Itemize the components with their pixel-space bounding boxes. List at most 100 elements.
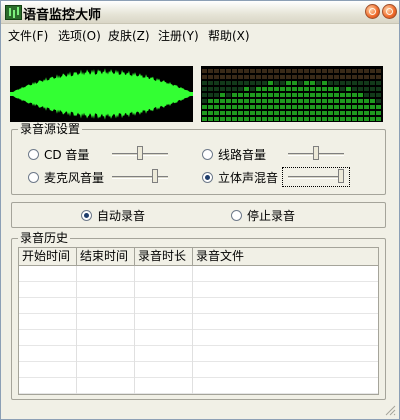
spectrum-cell bbox=[376, 105, 381, 109]
stereo-mix-slider[interactable] bbox=[288, 169, 344, 185]
mic-volume-radio[interactable] bbox=[28, 172, 39, 183]
spectrum-cell bbox=[244, 117, 249, 121]
spectrum-cell bbox=[370, 117, 375, 121]
spectrum-cell bbox=[340, 105, 345, 109]
line-volume-radio[interactable] bbox=[202, 149, 213, 160]
spectrum-cell bbox=[376, 99, 381, 103]
spectrum-cell bbox=[334, 81, 339, 85]
auto-record-radio[interactable] bbox=[81, 210, 92, 221]
spectrum-cell bbox=[364, 105, 369, 109]
spectrum-cell bbox=[292, 105, 297, 109]
cd-volume-radio[interactable] bbox=[28, 149, 39, 160]
history-list[interactable]: 开始时间 结束时间 录音时长 录音文件 bbox=[18, 247, 379, 395]
spectrum-cell bbox=[262, 99, 267, 103]
spectrum-cell bbox=[208, 75, 213, 79]
table-row[interactable] bbox=[19, 330, 378, 346]
stop-record-label[interactable]: 停止录音 bbox=[247, 207, 295, 224]
spectrum-cell bbox=[340, 69, 345, 73]
spectrum-cell bbox=[226, 87, 231, 91]
spectrum-cell bbox=[358, 111, 363, 115]
spectrum-cell bbox=[220, 93, 225, 97]
table-row[interactable] bbox=[19, 378, 378, 394]
record-mode-box: 自动录音 停止录音 bbox=[11, 202, 386, 228]
spectrum-cell bbox=[310, 93, 315, 97]
stereo-mix-radio[interactable] bbox=[202, 172, 213, 183]
spectrum-cell bbox=[286, 105, 291, 109]
spectrum-cell bbox=[376, 111, 381, 115]
spectrum-cell bbox=[238, 87, 243, 91]
stop-record-radio[interactable] bbox=[231, 210, 242, 221]
menu-options[interactable]: 选项(O) bbox=[58, 27, 101, 44]
spectrum-cell bbox=[340, 87, 345, 91]
spectrum-cell bbox=[322, 111, 327, 115]
spectrum-cell bbox=[316, 87, 321, 91]
spectrum-cell bbox=[238, 81, 243, 85]
spectrum-cell bbox=[250, 111, 255, 115]
spectrum-cell bbox=[376, 75, 381, 79]
spectrum-cell bbox=[262, 75, 267, 79]
table-row[interactable] bbox=[19, 298, 378, 314]
table-row[interactable] bbox=[19, 282, 378, 298]
spectrum-cell bbox=[274, 111, 279, 115]
spectrum-cell bbox=[202, 69, 207, 73]
spectrum-cell bbox=[340, 99, 345, 103]
spectrum-cell bbox=[364, 93, 369, 97]
spectrum-cell bbox=[202, 81, 207, 85]
spectrum-cell bbox=[268, 69, 273, 73]
col-file[interactable]: 录音文件 bbox=[193, 248, 378, 265]
spectrum-cell bbox=[220, 75, 225, 79]
menu-register[interactable]: 注册(Y) bbox=[158, 27, 199, 44]
spectrum-cell bbox=[202, 93, 207, 97]
spectrum-cell bbox=[280, 69, 285, 73]
col-end-time[interactable]: 结束时间 bbox=[77, 248, 135, 265]
menu-help[interactable]: 帮助(X) bbox=[208, 27, 250, 44]
spectrum-cell bbox=[256, 93, 261, 97]
spectrum-cell bbox=[274, 105, 279, 109]
col-start-time[interactable]: 开始时间 bbox=[19, 248, 77, 265]
spectrum-cell bbox=[346, 111, 351, 115]
spectrum-cell bbox=[346, 81, 351, 85]
spectrum-cell bbox=[202, 117, 207, 121]
auto-record-label[interactable]: 自动录音 bbox=[97, 207, 145, 224]
spectrum-cell bbox=[250, 69, 255, 73]
line-volume-slider[interactable] bbox=[288, 146, 344, 162]
spectrum-cell bbox=[208, 99, 213, 103]
spectrum-cell bbox=[232, 75, 237, 79]
spectrum-cell bbox=[214, 111, 219, 115]
minimize-button[interactable] bbox=[365, 4, 380, 19]
spectrum-cell bbox=[364, 81, 369, 85]
spectrum-cell bbox=[262, 69, 267, 73]
spectrum-cell bbox=[328, 117, 333, 121]
spectrum-cell bbox=[364, 75, 369, 79]
col-duration[interactable]: 录音时长 bbox=[135, 248, 193, 265]
spectrum-cell bbox=[286, 93, 291, 97]
cd-volume-slider[interactable] bbox=[112, 146, 168, 162]
spectrum-cell bbox=[286, 87, 291, 91]
spectrum-cell bbox=[250, 117, 255, 121]
spectrum-cell bbox=[280, 93, 285, 97]
mic-volume-slider[interactable] bbox=[112, 169, 168, 185]
spectrum-cell bbox=[262, 111, 267, 115]
spectrum-cell bbox=[346, 99, 351, 103]
title-bar[interactable]: 语音监控大师 bbox=[1, 1, 399, 24]
source-settings-group: 录音源设置 CD 音量 线路音量 麦克风音量 立体声混音 bbox=[11, 122, 386, 195]
spectrum-cell bbox=[226, 81, 231, 85]
spectrum-cell bbox=[226, 69, 231, 73]
table-row[interactable] bbox=[19, 266, 378, 282]
close-button[interactable] bbox=[382, 4, 397, 19]
spectrum-cell bbox=[268, 111, 273, 115]
stereo-mix-label: 立体声混音 bbox=[218, 171, 279, 185]
spectrum-cell bbox=[364, 111, 369, 115]
spectrum-cell bbox=[358, 75, 363, 79]
resize-grip-icon[interactable] bbox=[384, 404, 396, 416]
table-row[interactable] bbox=[19, 314, 378, 330]
menu-file[interactable]: 文件(F) bbox=[8, 27, 48, 44]
spectrum-cell bbox=[322, 87, 327, 91]
spectrum-cell bbox=[262, 81, 267, 85]
table-row[interactable] bbox=[19, 362, 378, 378]
table-row[interactable] bbox=[19, 346, 378, 362]
spectrum-cell bbox=[214, 93, 219, 97]
menu-skin[interactable]: 皮肤(Z) bbox=[108, 27, 150, 44]
spectrum-cell bbox=[244, 81, 249, 85]
spectrum-cell bbox=[328, 93, 333, 97]
